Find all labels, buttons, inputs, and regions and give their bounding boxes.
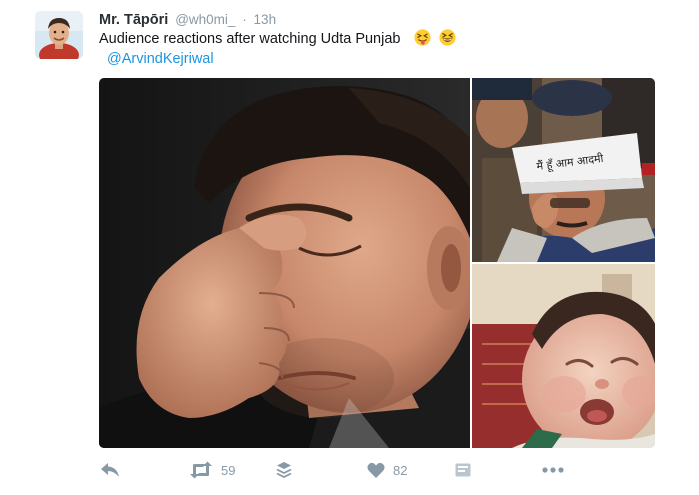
tweet-header: Mr. Tāpōri @wh0mi_ · 13h <box>99 9 276 29</box>
photo-main-image <box>99 78 470 448</box>
like-button[interactable]: 82 <box>367 460 407 480</box>
stack-button[interactable] <box>276 460 292 480</box>
photo-top-right[interactable]: मैं हूँ आम आदमी <box>472 78 655 262</box>
retweet-icon <box>190 461 212 479</box>
heart-icon <box>367 462 385 478</box>
photo-bottom-right-image <box>472 264 655 448</box>
like-count: 82 <box>393 462 408 478</box>
photo-main[interactable] <box>99 78 470 448</box>
avatar[interactable] <box>35 11 83 59</box>
retweet-button[interactable]: 59 <box>189 460 235 480</box>
timestamp[interactable]: 13h <box>254 12 277 27</box>
tweet-text: Audience reactions after watching Udta P… <box>99 29 456 49</box>
avatar-image <box>35 11 83 59</box>
tweet-actions: 59 82 <box>0 455 699 485</box>
squinting-tongue-emoji <box>413 29 431 46</box>
grinning-squinting-emoji <box>438 29 456 46</box>
mention-link[interactable]: @ArvindKejriwal <box>107 49 214 69</box>
user-handle[interactable]: @wh0mi_ <box>175 12 235 27</box>
retweet-count: 59 <box>221 462 236 478</box>
stack-icon <box>276 462 292 479</box>
reply-button[interactable] <box>100 460 120 480</box>
reply-icon <box>101 463 119 477</box>
media-grid: मैं हूँ आम आदमी <box>99 78 655 448</box>
display-name[interactable]: Mr. Tāpōri <box>99 12 168 28</box>
more-button[interactable] <box>542 460 564 480</box>
separator-dot: · <box>242 12 247 27</box>
tweet-text-body: Audience reactions after watching Udta P… <box>99 31 401 47</box>
message-button[interactable] <box>455 460 471 480</box>
message-icon <box>455 463 471 477</box>
tweet-card: Mr. Tāpōri @wh0mi_ · 13h Audience reacti… <box>0 0 699 495</box>
photo-bottom-right[interactable] <box>472 264 655 448</box>
photo-top-right-image: मैं हूँ आम आदमी <box>472 78 655 262</box>
more-dots-icon <box>542 467 564 473</box>
